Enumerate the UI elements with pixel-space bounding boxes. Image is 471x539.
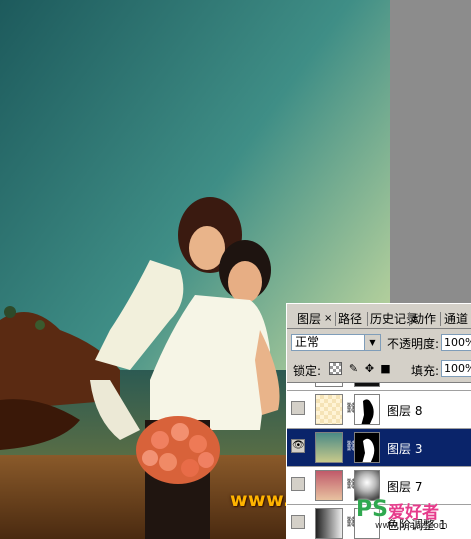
layer-row-selected[interactable]: 👁 ⛓ 图层 3 [287,429,471,467]
layer-row[interactable]: ⛓ 图层 8 [287,391,471,429]
layer-thumbnail [315,394,343,425]
layer-row-partial[interactable] [287,383,471,391]
lock-all-icon[interactable]: ■ [379,362,392,375]
blend-mode-select[interactable]: 正常 ▼ [291,334,381,351]
ps-logo-url: www.psahz.com [375,521,448,531]
layer-mask-thumbnail [354,432,380,463]
tab-channels[interactable]: 通道 [444,310,468,328]
layer-thumbnail [315,470,343,501]
panel-tabs: 图层 × 路径 历史记录 动作 通道 [287,310,471,328]
visibility-toggle[interactable] [291,515,305,529]
layer-mask-thumbnail [354,394,380,425]
workspace-background [390,0,471,303]
eye-icon[interactable]: 👁 [291,439,305,453]
tab-layers[interactable]: 图层 [297,310,322,328]
tab-paths[interactable]: 路径 [338,310,362,328]
visibility-toggle[interactable] [291,401,305,415]
link-icon: ⛓ [345,403,358,414]
ps-logo-text: 爱好者 [388,503,439,523]
layer-name: 图层 7 [387,480,423,494]
fill-input[interactable]: 100% [441,360,471,377]
link-icon: ⛓ [345,517,358,528]
layer-thumbnail [315,383,343,387]
lock-position-icon[interactable]: ✥ [363,362,376,375]
link-icon: ⛓ [345,441,358,452]
blend-mode-value: 正常 [295,335,320,349]
link-icon: ⛓ [345,479,358,490]
tab-separator [335,312,336,326]
opacity-label: 不透明度: [387,337,440,351]
tab-close-icon[interactable]: × [324,310,332,328]
adjustment-icon [315,508,343,539]
fill-label: 填充: [411,364,440,378]
chevron-down-icon[interactable]: ▼ [364,335,380,350]
tab-separator [409,312,410,326]
opacity-input[interactable]: 100% [441,334,471,351]
ps-logo: PS [356,497,388,522]
layer-name: 图层 8 [387,404,423,418]
lock-transparent-pixels-icon[interactable] [329,362,342,375]
layer-mask-thumbnail [354,383,380,387]
tab-separator [367,312,368,326]
visibility-toggle[interactable] [291,477,305,491]
tab-separator [440,312,441,326]
lock-label: 锁定: [293,364,322,378]
layer-thumbnail [315,432,343,463]
tab-divider [287,328,471,329]
tab-history[interactable]: 历史记录 [370,310,418,328]
tab-actions[interactable]: 动作 [412,310,436,328]
lock-image-pixels-icon[interactable]: ✎ [347,362,360,375]
layer-name: 图层 3 [387,442,423,456]
